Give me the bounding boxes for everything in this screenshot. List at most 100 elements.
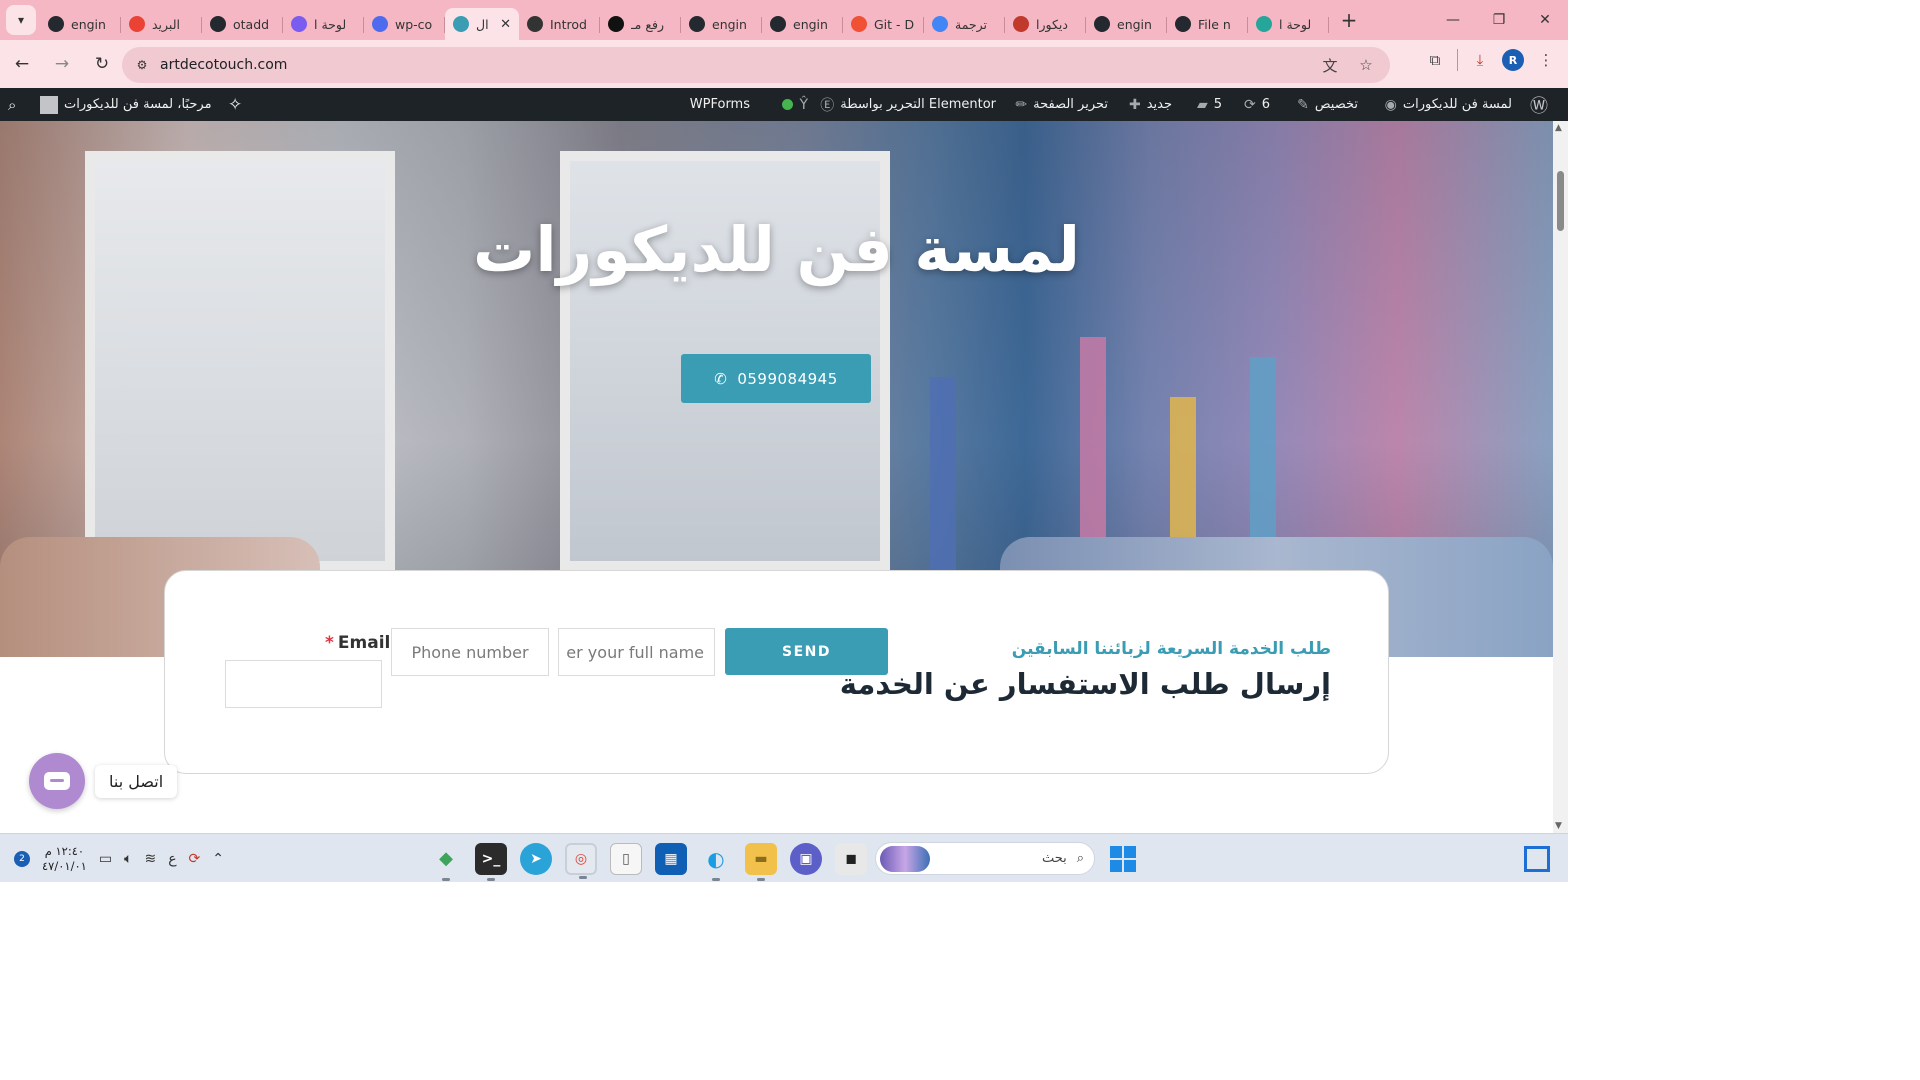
clock-date: ٤٧/٠١/٠١: [42, 858, 87, 873]
app-telegram-icon[interactable]: ➤: [520, 842, 552, 875]
admin-edit-elementor[interactable]: Ⓔ التحرير بواسطة Elementor: [820, 88, 996, 121]
search-icon: ⌕: [1076, 851, 1084, 866]
tab-title: File n: [1198, 16, 1231, 32]
avatar: [40, 95, 58, 114]
admin-search[interactable]: ⌕: [8, 88, 16, 121]
battery-icon[interactable]: ▭: [99, 851, 112, 867]
browser-tab[interactable]: لوحة ا: [1248, 8, 1329, 40]
app-git-icon[interactable]: ◆: [430, 843, 462, 881]
back-button[interactable]: ←: [4, 46, 40, 82]
scroll-down-icon[interactable]: ▼: [1555, 821, 1562, 831]
browser-tab[interactable]: لوحة ا: [283, 8, 364, 40]
email-field[interactable]: [225, 660, 382, 708]
wp-logo-button[interactable]: Ⓦ: [1530, 88, 1548, 121]
site-info-button[interactable]: ⚙: [128, 51, 156, 79]
download-button[interactable]: ⤓: [1466, 46, 1494, 74]
admin-updates[interactable]: ⟳ 6: [1244, 88, 1270, 121]
app-store-icon[interactable]: ▦: [655, 842, 687, 875]
app-edge-icon[interactable]: ◐: [700, 843, 732, 881]
notification-badge-icon[interactable]: 2: [14, 850, 30, 867]
scroll-thumb[interactable]: [1557, 171, 1564, 231]
restore-button[interactable]: ❐: [1476, 0, 1522, 40]
call-button[interactable]: ✆ 0599084945: [681, 354, 871, 403]
browser-tab[interactable]: ترجمة: [924, 8, 1005, 40]
google-icon: [932, 16, 948, 32]
window-controls: — ❐ ✕: [1430, 0, 1568, 40]
system-tray: 2 ١٢:٤٠ م ٤٧/٠١/٠١ ▭ 🔈︎ ≋ ع ⟳ ⌃: [14, 834, 224, 883]
address-bar[interactable]: ⚙ artdecotouch.com 文 ☆: [122, 47, 1390, 83]
close-window-button[interactable]: ✕: [1522, 0, 1568, 40]
browser-tab[interactable]: البريد: [121, 8, 202, 40]
browser-tab[interactable]: رفع مـ: [600, 8, 681, 40]
github-icon: [210, 16, 226, 32]
openai-icon: [608, 16, 624, 32]
widgets-icon[interactable]: [1524, 846, 1550, 872]
browser-tab[interactable]: ال ✕: [445, 8, 519, 40]
full-name-field[interactable]: er your full name: [558, 628, 715, 676]
translate-button[interactable]: 文: [1316, 51, 1344, 79]
browser-tab[interactable]: engin: [762, 8, 843, 40]
close-tab-icon[interactable]: ✕: [500, 17, 511, 32]
tab-title: لوحة ا: [314, 16, 347, 32]
input-language[interactable]: ع: [168, 851, 176, 867]
chevron-up-icon[interactable]: ⌃: [212, 851, 224, 867]
app-window-icon[interactable]: ◼: [835, 842, 867, 875]
browser-tab[interactable]: engin: [681, 8, 762, 40]
admin-comments[interactable]: ▰ 5: [1197, 88, 1222, 121]
ai-assistant-button[interactable]: ✧: [228, 88, 242, 121]
app-chat-icon[interactable]: ▣: [790, 842, 822, 875]
clock[interactable]: ١٢:٤٠ م ٤٧/٠١/٠١: [42, 844, 87, 874]
volume-icon[interactable]: 🔈︎: [124, 851, 132, 867]
forward-button[interactable]: →: [44, 46, 80, 82]
start-button[interactable]: [1110, 846, 1136, 872]
browser-tab[interactable]: engin: [40, 8, 121, 40]
wifi-icon[interactable]: ≋: [144, 851, 156, 867]
browser-tab[interactable]: wp-co: [364, 8, 445, 40]
new-tab-button[interactable]: +: [1335, 6, 1363, 34]
github-icon: [1094, 16, 1110, 32]
admin-customize[interactable]: ✎ تخصيص: [1297, 88, 1358, 121]
bookmark-button[interactable]: ☆: [1352, 51, 1380, 79]
pinned-apps: ◆ >_ ➤ ◎ ▯ ▦ ◐ ▬ ▣ ◼: [430, 834, 867, 883]
taskbar-search[interactable]: بحث ⌕: [875, 842, 1095, 875]
tab-search-button[interactable]: ▾: [6, 5, 36, 35]
send-button[interactable]: SEND: [725, 628, 888, 675]
browser-tab[interactable]: otadd: [202, 8, 283, 40]
chrome-menu-button[interactable]: ⋮: [1532, 46, 1560, 74]
app-explorer-icon[interactable]: ▬: [745, 842, 777, 881]
browser-tab[interactable]: Introd: [519, 8, 600, 40]
app-notepad-icon[interactable]: ▯: [610, 842, 642, 875]
admin-wpforms[interactable]: WPForms: [690, 88, 750, 121]
tab-title: ترجمة: [955, 16, 988, 32]
browser-tab[interactable]: File n: [1167, 8, 1248, 40]
reload-icon: ↻: [94, 54, 110, 74]
paint-drip: [930, 377, 956, 597]
reload-button[interactable]: ↻: [84, 46, 120, 82]
page-scrollbar[interactable]: ▲ ▼: [1553, 121, 1568, 833]
admin-site-name[interactable]: ◉ لمسة فن للديكورات: [1385, 88, 1512, 121]
profile-avatar[interactable]: R: [1502, 49, 1524, 71]
inquiry-form-card: طلب الخدمة السريعة لزبائننا السابقين إرس…: [164, 570, 1389, 774]
admin-account[interactable]: مرحبًا، لمسة فن للديكورات: [40, 88, 212, 121]
customize-label: تخصيص: [1314, 97, 1358, 112]
app-terminal-icon[interactable]: >_: [475, 842, 507, 881]
contact-us-label[interactable]: اتصل بنا: [95, 765, 178, 798]
admin-yoast[interactable]: Ŷ: [782, 88, 808, 121]
browser-tab[interactable]: Git - D: [843, 8, 924, 40]
scroll-up-icon[interactable]: ▲: [1555, 123, 1562, 133]
admin-edit-page[interactable]: ✏ تحرير الصفحة: [1015, 88, 1108, 121]
browser-tab[interactable]: engin: [1086, 8, 1167, 40]
extensions-button[interactable]: ⧉: [1421, 46, 1449, 74]
greeting-label: مرحبًا، لمسة فن للديكورات: [64, 97, 212, 112]
app-chrome-icon[interactable]: ◎: [565, 842, 597, 879]
admin-new[interactable]: ✚ جديد: [1129, 88, 1172, 121]
wpforms-label: WPForms: [689, 97, 750, 112]
browser-tab[interactable]: ديكورا: [1005, 8, 1086, 40]
edit-elementor-label: التحرير بواسطة Elementor: [840, 97, 996, 112]
contact-us-button[interactable]: [29, 753, 85, 809]
url-text[interactable]: artdecotouch.com: [160, 57, 287, 73]
tab-title: Introd: [550, 16, 587, 32]
sync-icon[interactable]: ⟳: [189, 851, 201, 867]
phone-field[interactable]: Phone number: [391, 628, 549, 676]
minimize-button[interactable]: —: [1430, 0, 1476, 40]
